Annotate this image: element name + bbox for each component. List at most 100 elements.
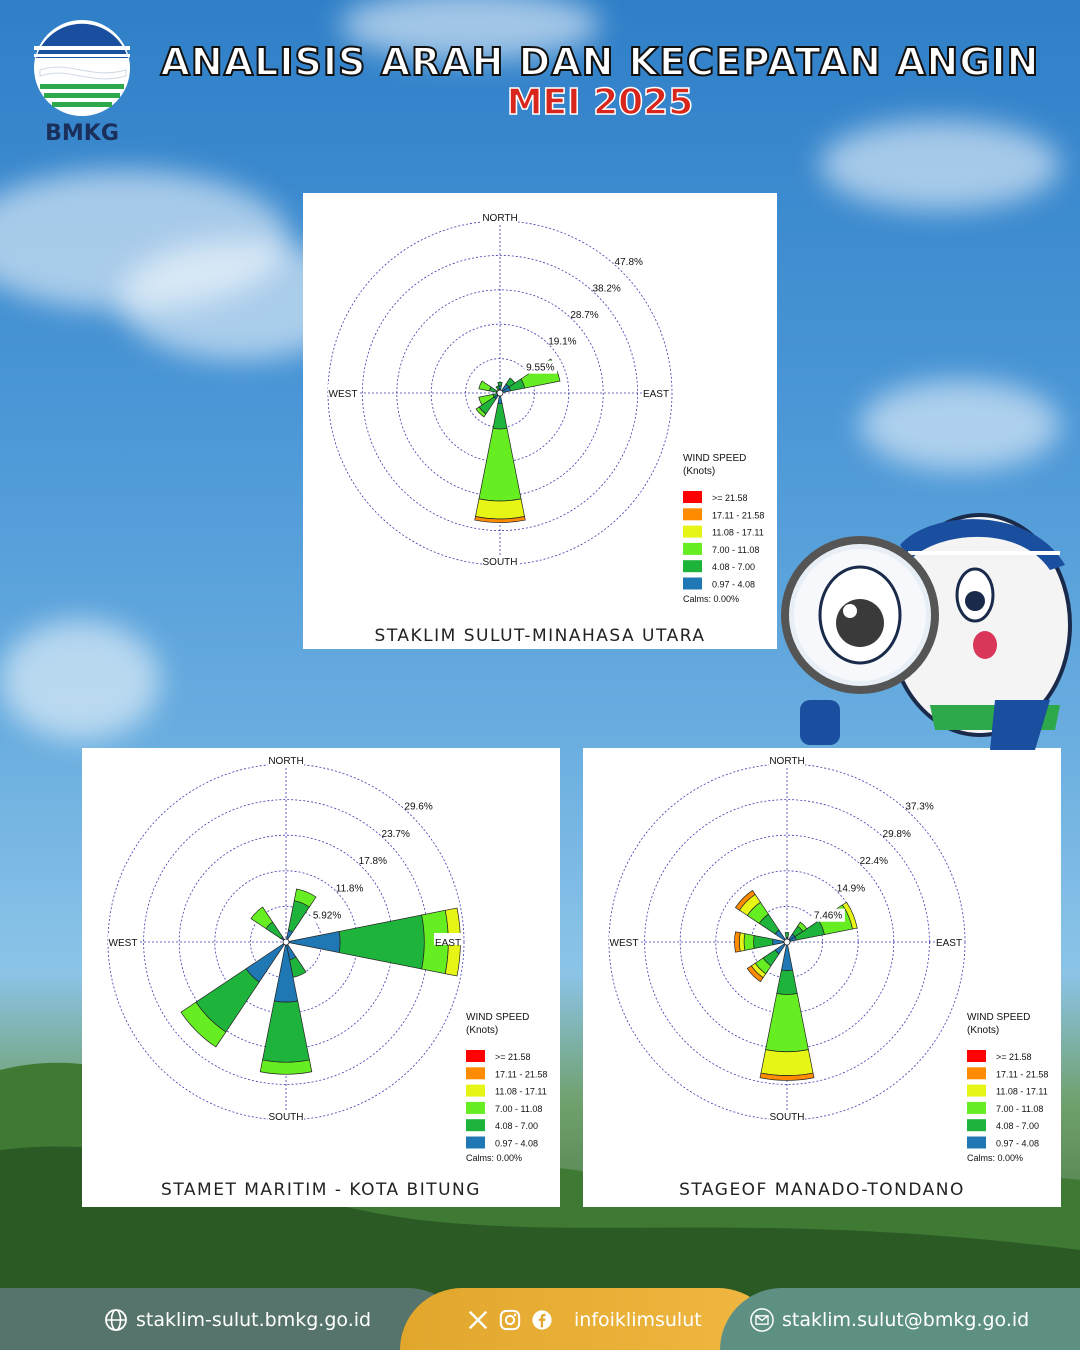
legend-label: >= 21.58 (712, 493, 748, 503)
ring-label: 38.2% (592, 284, 620, 295)
ring-label: 23.7% (382, 829, 410, 840)
legend-swatch (466, 1136, 485, 1149)
windrose-petal-segment (495, 385, 500, 391)
logo-text: BMKG (45, 121, 119, 146)
facebook-icon (530, 1308, 554, 1332)
legend-calms: Calms: 0.00% (683, 594, 739, 604)
legend-subtitle: (Knots) (967, 1025, 999, 1036)
windrose-petal-segment (475, 498, 525, 520)
station-label: STAKLIM SULUT-MINAHASA UTARA (374, 626, 706, 646)
legend-subtitle: (Knots) (466, 1025, 498, 1036)
legend-label: 0.97 - 4.08 (712, 580, 755, 590)
windrose-center (783, 938, 791, 946)
legend-label: >= 21.58 (996, 1052, 1032, 1062)
ring-label: 11.8% (336, 883, 364, 894)
windrose-chart: 5.92% 11.8% 17.8% 23.7% 29.6% NORTH SOUTH EAST W… (107, 754, 547, 1163)
legend-title: WIND SPEED (683, 453, 746, 464)
legend-swatch (466, 1101, 485, 1114)
legend-swatch (683, 508, 702, 521)
legend-swatch (466, 1067, 485, 1080)
footer-website[interactable]: staklim-sulut.bmkg.go.id (104, 1308, 371, 1332)
windrose-petal-segment (478, 427, 522, 502)
instagram-icon (498, 1308, 522, 1332)
legend-label: 11.08 - 17.11 (996, 1087, 1048, 1097)
globe-icon (104, 1308, 128, 1332)
windrose-panel-minahasa-utara: 9.55% 19.1% 28.7% 38.2% 47.8% NORTH SOUTH EAST W… (303, 193, 777, 649)
legend-subtitle: (Knots) (683, 466, 715, 477)
windrose-petal-segment (262, 1000, 310, 1063)
legend-swatch (967, 1067, 986, 1080)
legend-swatch (683, 525, 702, 538)
compass-south: SOUTH (483, 557, 518, 568)
legend-calms: Calms: 0.00% (967, 1153, 1023, 1163)
ring-label: 9.55% (526, 363, 554, 374)
compass-east: EAST (643, 389, 669, 400)
ring-label: 29.8% (883, 829, 911, 840)
social-handle: infoiklimsulut (574, 1309, 702, 1331)
legend-swatch (683, 542, 702, 555)
email-text: staklim.sulut@bmkg.go.id (782, 1309, 1030, 1331)
legend-label: >= 21.58 (495, 1052, 531, 1062)
compass-south: SOUTH (770, 1112, 805, 1123)
legend-label: 0.97 - 4.08 (495, 1139, 538, 1149)
legend-calms: Calms: 0.00% (466, 1153, 522, 1163)
cloud (860, 380, 1060, 470)
legend-label: 4.08 - 7.00 (996, 1121, 1039, 1131)
legend-label: 11.08 - 17.11 (495, 1087, 547, 1097)
website-text: staklim-sulut.bmkg.go.id (136, 1309, 372, 1331)
compass-east: EAST (435, 938, 461, 949)
legend-swatch (967, 1050, 986, 1062)
ring-label: 22.4% (860, 856, 888, 867)
legend-swatch (683, 560, 702, 573)
compass-north: NORTH (268, 756, 303, 767)
ring-label: 37.3% (905, 802, 933, 813)
windrose-petal-segment (285, 931, 341, 953)
windrose-petal-segment (338, 914, 425, 970)
legend-title: WIND SPEED (967, 1012, 1030, 1023)
legend-label: 0.97 - 4.08 (996, 1139, 1039, 1149)
x-icon (466, 1308, 490, 1332)
windrose-center (496, 389, 504, 397)
windrose-petal-segment (760, 1049, 814, 1076)
station-label: STAMET MARITIM - KOTA BITUNG (161, 1180, 481, 1200)
windrose-petal-segment (734, 931, 741, 953)
windrose-panel-manado-tondano: 7.46% 14.9% 22.4% 29.8% 37.3% NORTH SOUTH EAST W… (583, 748, 1061, 1207)
ring-label: 5.92% (313, 911, 341, 922)
windrose-petal-segment (478, 380, 492, 392)
windrose-petal-segment (738, 932, 746, 952)
legend-label: 4.08 - 7.00 (495, 1121, 538, 1131)
legend-swatch (466, 1084, 485, 1097)
legend-swatch (967, 1136, 986, 1149)
footer: staklim-sulut.bmkg.go.id infoiklimsulut … (0, 1288, 1080, 1350)
legend-label: 4.08 - 7.00 (712, 562, 755, 572)
ring-label: 14.9% (837, 883, 865, 894)
windrose-chart: 7.46% 14.9% 22.4% 29.8% 37.3% NORTH SOUTH EAST W… (608, 754, 1048, 1163)
compass-north: NORTH (769, 756, 804, 767)
footer-social[interactable]: infoiklimsulut (466, 1308, 702, 1332)
legend-swatch (967, 1084, 986, 1097)
legend-label: 17.11 - 21.58 (712, 510, 764, 520)
page-title: ANALISIS ARAH DAN KECEPATAN ANGIN (159, 39, 1040, 85)
legend-title: WIND SPEED (466, 1012, 529, 1023)
windrose-petal-segment (765, 993, 809, 1053)
compass-east: EAST (936, 938, 962, 949)
legend-swatch (683, 577, 702, 590)
legend-label: 7.00 - 11.08 (495, 1104, 542, 1114)
windrose-petal-segment (753, 935, 774, 949)
compass-west: WEST (109, 938, 138, 949)
legend-swatch (683, 491, 702, 503)
footer-email[interactable]: staklim.sulut@bmkg.go.id (750, 1308, 1029, 1332)
mail-icon (750, 1308, 774, 1332)
legend-label: 7.00 - 11.08 (712, 545, 759, 555)
cloud (0, 620, 160, 740)
windrose-center (282, 938, 290, 946)
legend-swatch (967, 1101, 986, 1114)
bmkg-logo: BMKG (30, 18, 134, 150)
ring-label: 28.7% (570, 310, 598, 321)
compass-west: WEST (329, 389, 358, 400)
cloud (820, 120, 1060, 210)
windrose-petal-segment (776, 969, 798, 995)
legend-label: 17.11 - 21.58 (495, 1069, 547, 1079)
ring-label: 7.46% (814, 911, 842, 922)
windrose-petal-segment (492, 403, 508, 430)
